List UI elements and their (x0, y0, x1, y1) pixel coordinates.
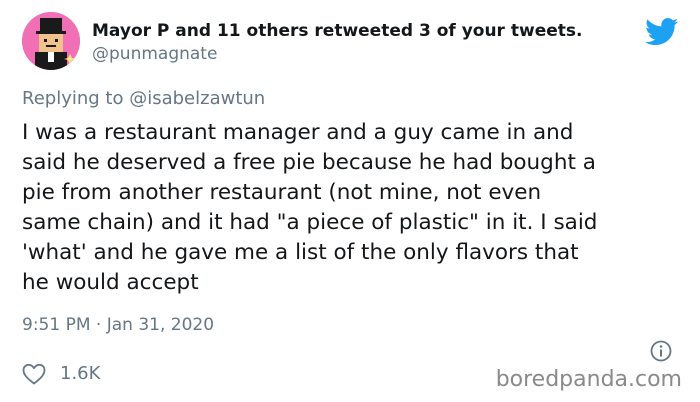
tweet-line: 'what' and he gave me a list of the only… (22, 240, 579, 265)
tweet-line: said he deserved a free pie because he h… (22, 150, 596, 175)
avatar[interactable] (22, 12, 80, 70)
reply-context: Replying to @isabelzawtun (22, 86, 265, 112)
notification-header: Mayor P and 11 others retweeted 3 of you… (92, 20, 582, 66)
info-icon[interactable] (650, 340, 672, 362)
avatar-penguin-icon (22, 12, 80, 70)
tweet-text: I was a restaurant manager and a guy cam… (22, 118, 687, 298)
reply-prefix: Replying to (22, 88, 124, 109)
tweet-timestamp[interactable]: 9:51 PM · Jan 31, 2020 (22, 313, 214, 337)
notification-title: Mayor P and 11 others retweeted 3 of you… (92, 21, 583, 41)
tweet-line: he would accept (22, 270, 199, 295)
watermark: boredpanda.com (495, 367, 682, 392)
tweet-line: pie from another restaurant (not mine, n… (22, 180, 542, 205)
tweet-line: I was a restaurant manager and a guy cam… (22, 120, 574, 145)
reply-mention-link[interactable]: @isabelzawtun (129, 88, 265, 109)
tweet-line: same chain) and it had "a piece of plast… (22, 210, 598, 235)
like-count: 1.6K (60, 363, 101, 384)
twitter-bird-icon (645, 18, 679, 46)
user-handle[interactable]: @punmagnate (92, 42, 582, 66)
like-action[interactable]: 1.6K (22, 362, 100, 386)
heart-icon[interactable] (22, 363, 46, 385)
